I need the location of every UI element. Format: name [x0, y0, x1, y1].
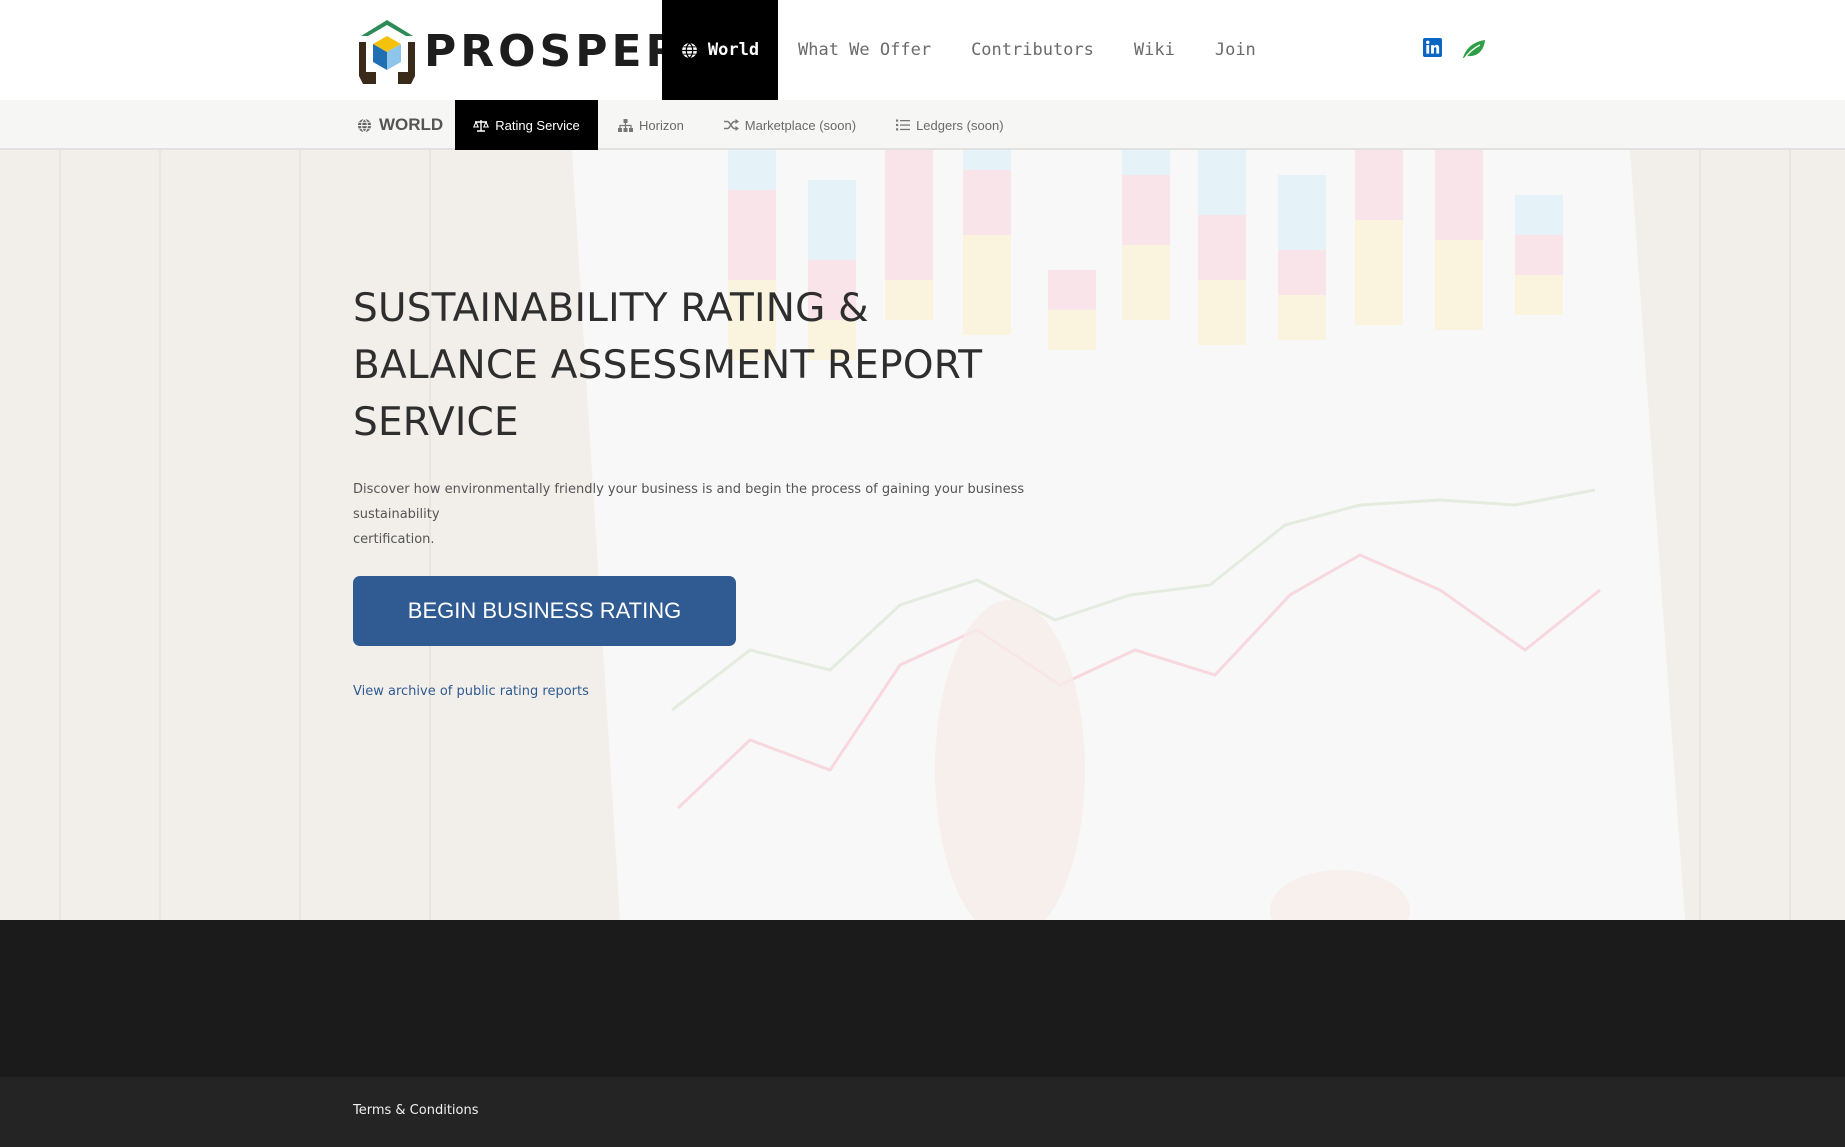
nav-item-world-label: World — [707, 40, 760, 60]
hero-section: SUSTAINABILITY RATING & BALANCE ASSESSME… — [0, 150, 1845, 920]
prosper-logo[interactable]: PROSPER — [356, 14, 683, 88]
tab-rating-service-label: Rating Service — [495, 117, 580, 133]
tab-marketplace[interactable]: Marketplace (soon) — [704, 100, 876, 150]
terms-and-conditions-link[interactable]: Terms & Conditions — [353, 1103, 479, 1118]
footer-bottom: Terms & Conditions — [0, 1077, 1845, 1147]
nav-item-wiki[interactable]: Wiki — [1114, 0, 1195, 100]
hero-title: SUSTAINABILITY RATING & BALANCE ASSESSME… — [353, 280, 1113, 451]
nav-item-what-we-offer[interactable]: What We Offer — [778, 0, 951, 100]
begin-business-rating-button[interactable]: BEGIN BUSINESS RATING — [353, 576, 736, 646]
section-title-label: WORLD — [379, 115, 444, 134]
leaf-icon — [1463, 40, 1485, 60]
top-header: PROSPER World What We Offer Contributors… — [0, 0, 1845, 100]
nav-item-contributors[interactable]: Contributors — [951, 0, 1114, 100]
leaf-link[interactable] — [1461, 38, 1487, 60]
sub-tabs: Rating Service Horizon Marketplace (soon… — [455, 100, 1024, 150]
nav-item-contributors-label: Contributors — [971, 40, 1094, 60]
footer-top — [0, 920, 1845, 1077]
hero-description-line-2: certification. — [353, 532, 435, 547]
nav-item-what-we-offer-label: What We Offer — [798, 40, 932, 60]
hero-title-line-1: SUSTAINABILITY RATING & — [353, 286, 869, 331]
scale-icon — [473, 119, 490, 132]
hero-description-line-1: Discover how environmentally friendly yo… — [353, 482, 1025, 522]
tab-horizon[interactable]: Horizon — [598, 100, 704, 150]
tab-rating-service[interactable]: Rating Service — [455, 100, 598, 150]
nav-item-wiki-label: Wiki — [1133, 40, 1175, 60]
nav-item-join[interactable]: Join — [1195, 0, 1276, 100]
globe-icon — [357, 117, 372, 133]
hero-content: SUSTAINABILITY RATING & BALANCE ASSESSME… — [353, 280, 1113, 700]
list-icon — [896, 119, 911, 131]
brand-name: PROSPER — [424, 25, 684, 77]
sitemap-icon — [618, 118, 633, 132]
hero-description: Discover how environmentally friendly yo… — [353, 477, 1093, 552]
linkedin-icon — [1423, 38, 1442, 57]
sub-nav: WORLD Rating Service Horizon Marketplace… — [0, 100, 1845, 150]
section-title-world[interactable]: WORLD — [357, 100, 443, 150]
linkedin-link[interactable] — [1423, 38, 1442, 57]
prosper-logo-mark — [359, 20, 415, 84]
tab-ledgers[interactable]: Ledgers (soon) — [876, 100, 1023, 150]
tab-marketplace-label: Marketplace (soon) — [744, 117, 857, 133]
nav-item-join-label: Join — [1214, 40, 1256, 60]
view-archive-link[interactable]: View archive of public rating reports — [353, 684, 589, 699]
main-nav: World What We Offer Contributors Wiki Jo… — [662, 0, 1276, 100]
tab-horizon-label: Horizon — [639, 117, 684, 133]
hero-title-line-3: SERVICE — [353, 400, 519, 445]
hero-title-line-2: BALANCE ASSESSMENT REPORT — [353, 343, 983, 388]
tab-ledgers-label: Ledgers (soon) — [916, 117, 1004, 133]
shuffle-icon — [723, 119, 739, 131]
nav-item-world[interactable]: World — [662, 0, 778, 100]
globe-icon — [681, 42, 697, 58]
